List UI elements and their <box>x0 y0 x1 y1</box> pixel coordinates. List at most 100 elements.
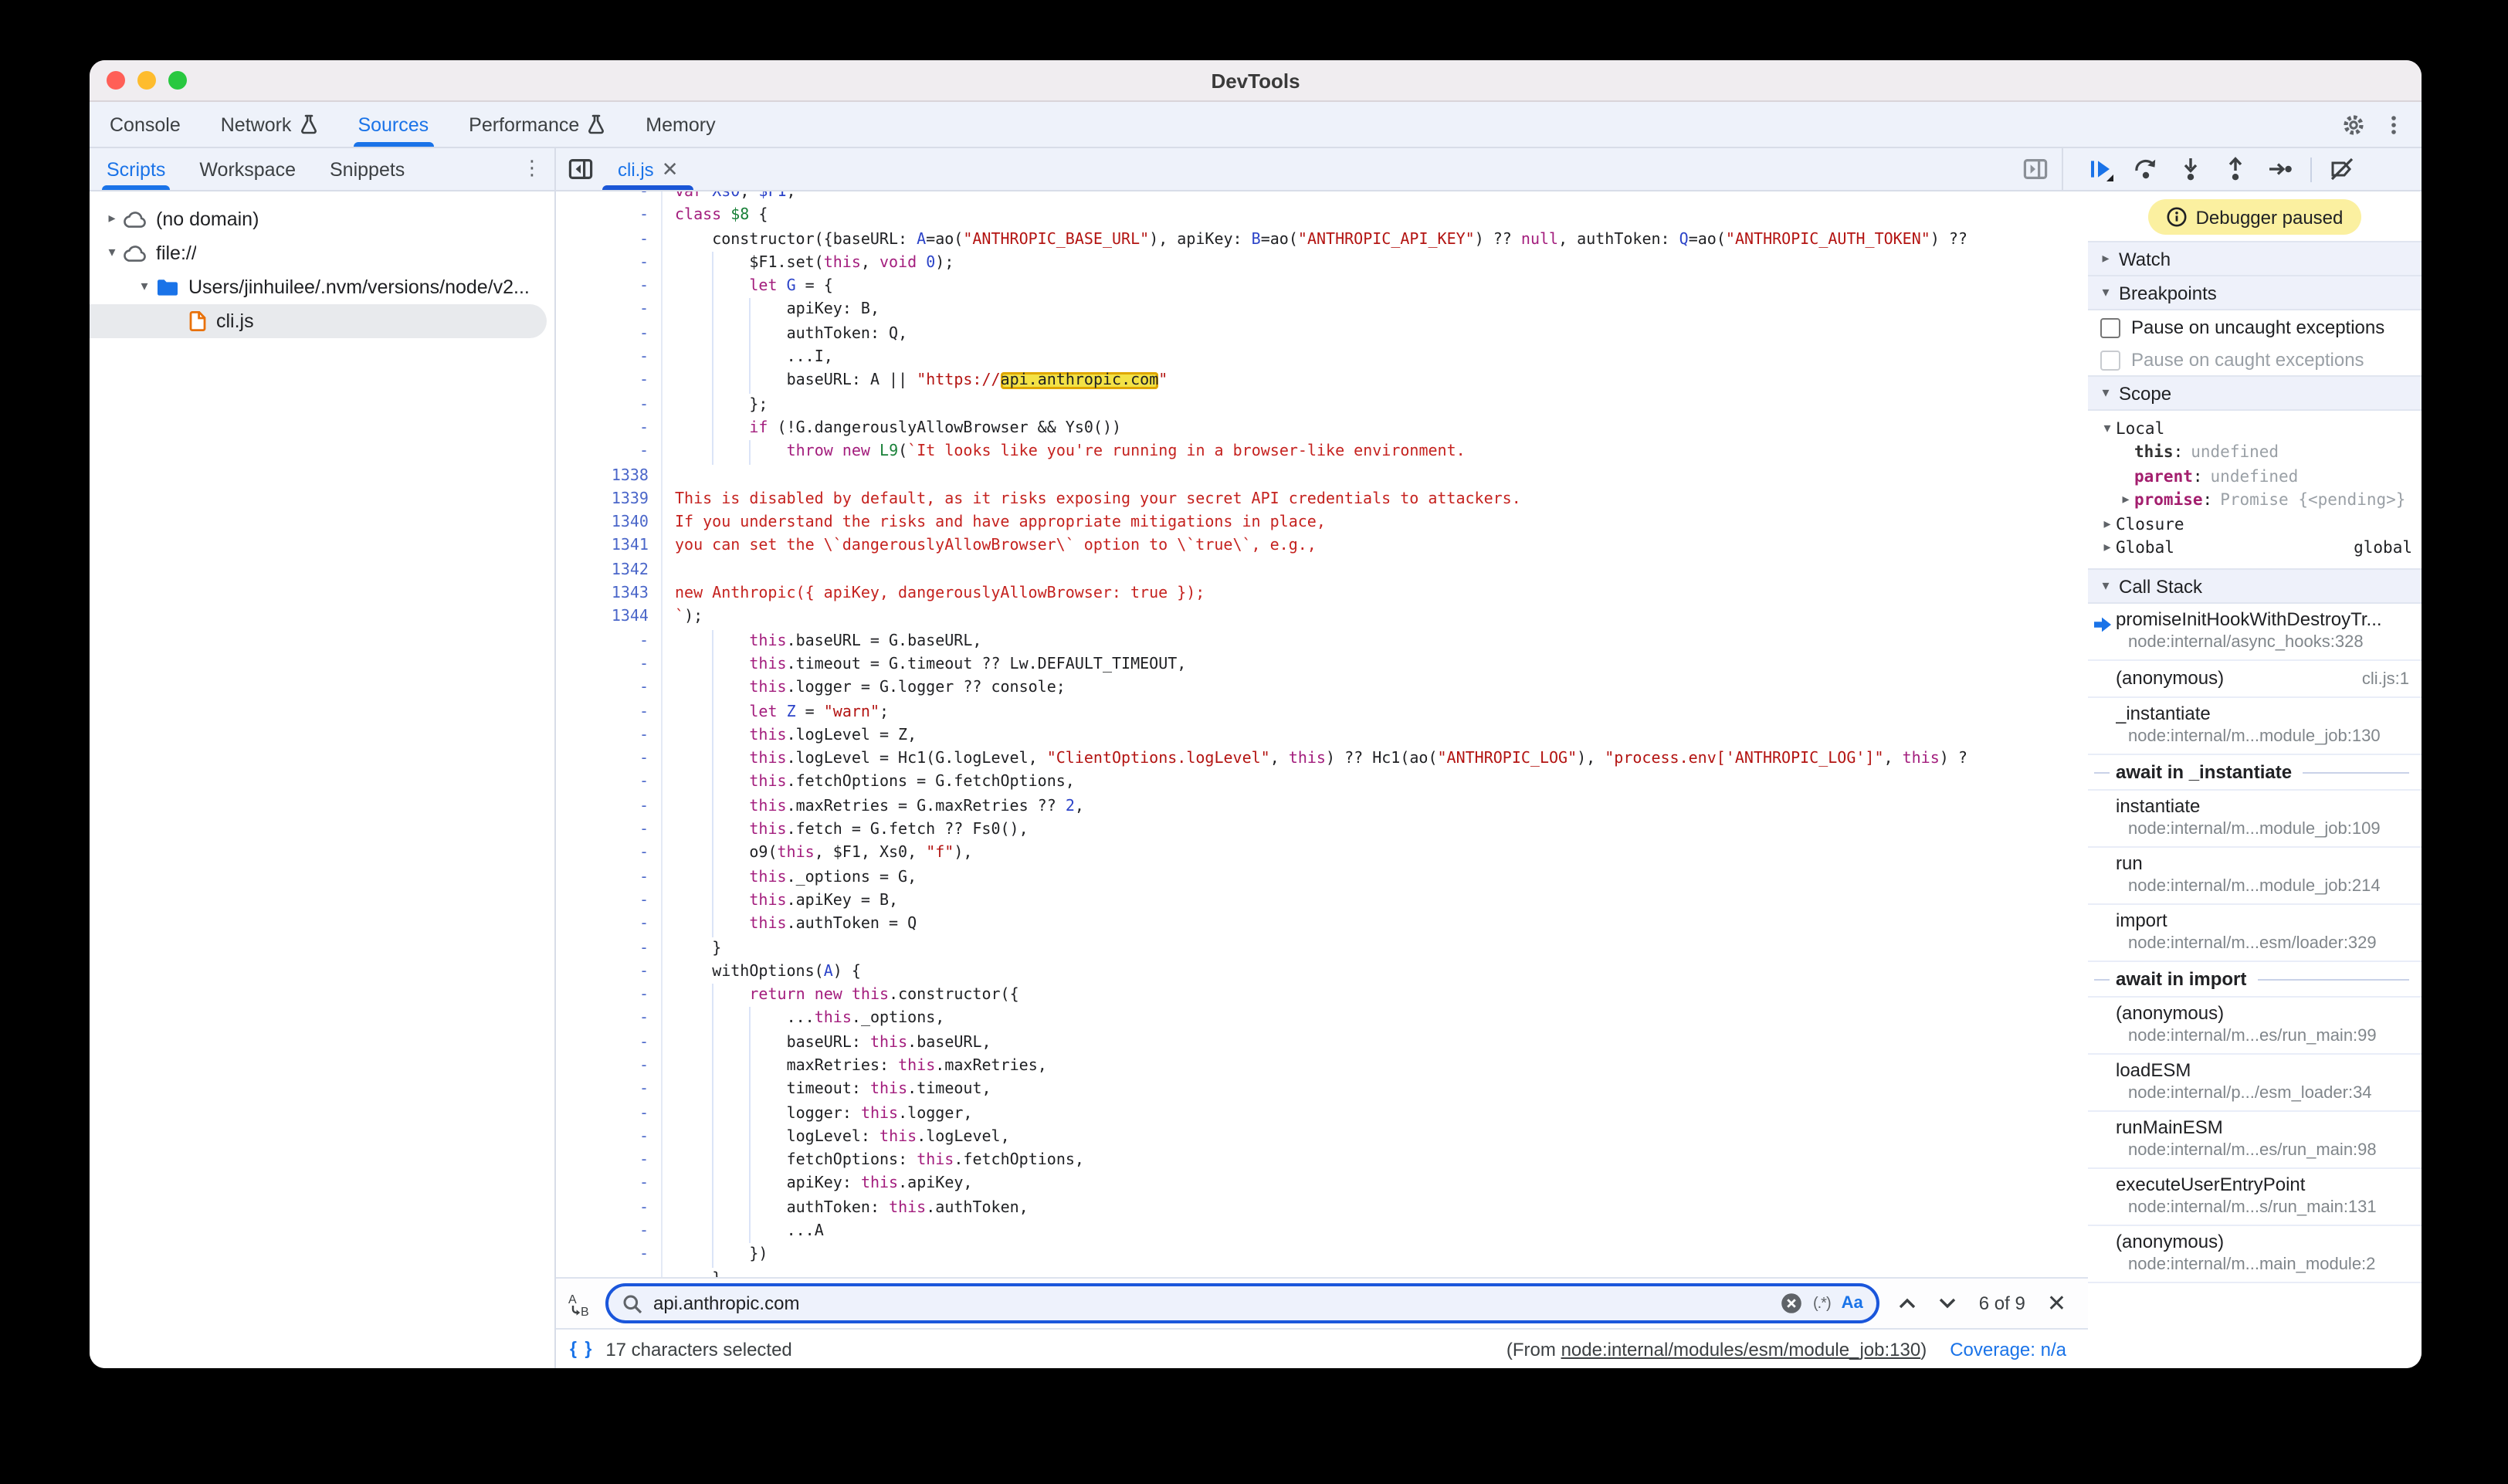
code-line[interactable]: 1339This is disabled by default, as it r… <box>556 488 2088 512</box>
gutter-dash[interactable]: - <box>556 1173 661 1197</box>
search-input[interactable]: api.anthropic.com (.*) Aa <box>605 1283 1880 1323</box>
gutter-dash[interactable]: - <box>556 393 661 417</box>
deactivate-breakpoints-icon[interactable] <box>2329 156 2355 182</box>
call-stack-frame[interactable]: runnode:internal/m...module_job:214 <box>2088 848 2422 905</box>
call-stack-section-header[interactable]: ▾ Call Stack <box>2088 568 2422 604</box>
call-stack-frame[interactable]: (anonymous)cli.js:1 <box>2088 661 2422 698</box>
settings-gear-icon[interactable] <box>2341 112 2366 137</box>
step-over-icon[interactable] <box>2133 156 2159 182</box>
gutter-line-number[interactable]: 1340 <box>556 511 661 535</box>
code-line[interactable]: 1344`); <box>556 606 2088 630</box>
gutter-dash[interactable]: - <box>556 629 661 653</box>
gutter-dash[interactable]: - <box>556 889 661 913</box>
gutter-dash[interactable]: - <box>556 1220 661 1244</box>
source-mapping-status[interactable]: (From node:internal/modules/esm/module_j… <box>1506 1338 1927 1360</box>
code-line[interactable]: -baseURL: A || "https://api.anthropic.co… <box>556 370 2088 394</box>
gutter-dash[interactable]: - <box>556 913 661 937</box>
code-line[interactable]: -this.baseURL = G.baseURL, <box>556 629 2088 653</box>
code-line[interactable]: -logLevel: this.logLevel, <box>556 1126 2088 1150</box>
resume-script-icon[interactable] <box>2088 156 2114 182</box>
navigator-more-kebab-icon[interactable]: ⋮ <box>522 148 554 190</box>
scope-row-global[interactable]: ▸Globalglobal <box>2088 537 2422 561</box>
code-line[interactable]: -timeout: this.timeout, <box>556 1079 2088 1103</box>
pretty-print-icon[interactable]: { } <box>570 1340 593 1358</box>
code-line[interactable]: 1340If you understand the risks and have… <box>556 511 2088 535</box>
scope-right-arrow-icon[interactable]: ▸ <box>2099 541 2116 557</box>
gutter-dash[interactable]: - <box>556 228 661 252</box>
editor-tab-clijs[interactable]: cli.js ✕ <box>602 148 694 190</box>
code-line[interactable]: -throw new L9(`It looks like you're runn… <box>556 441 2088 465</box>
gutter-dash[interactable]: - <box>556 275 661 299</box>
scope-down-arrow-icon[interactable]: ▾ <box>2099 422 2116 437</box>
tree-item-file-[interactable]: ▾file:// <box>90 236 547 270</box>
close-search-icon[interactable]: ✕ <box>2047 1292 2066 1315</box>
scope-row-promise[interactable]: ▸promise:Promise {<pending>} <box>2088 489 2422 513</box>
code-line[interactable]: -let Z = "warn"; <box>556 700 2088 724</box>
gutter-dash[interactable]: - <box>556 984 661 1008</box>
gutter-dash[interactable]: - <box>556 724 661 748</box>
code-line[interactable]: -apiKey: this.apiKey, <box>556 1173 2088 1197</box>
tree-item--no-domain-[interactable]: ▸(no domain) <box>90 202 547 236</box>
gutter-dash[interactable]: - <box>556 676 661 700</box>
code-line[interactable]: -authToken: this.authToken, <box>556 1197 2088 1221</box>
code-line[interactable]: -} <box>556 937 2088 961</box>
code-line[interactable]: 1341you can set the \`dangerouslyAllowBr… <box>556 535 2088 559</box>
previous-match-icon[interactable] <box>1899 1297 1917 1310</box>
code-line[interactable]: 1343new Anthropic({ apiKey, dangerouslyA… <box>556 582 2088 606</box>
close-window-button[interactable] <box>107 71 125 90</box>
gutter-dash[interactable]: - <box>556 346 661 370</box>
scope-row-this[interactable]: this:undefined <box>2088 441 2422 465</box>
gutter-line-number[interactable]: 1338 <box>556 464 661 488</box>
scope-section-header[interactable]: ▾ Scope <box>2088 375 2422 411</box>
tab-sources[interactable]: Sources <box>337 102 449 147</box>
call-stack-frame[interactable]: executeUserEntryPointnode:internal/m...s… <box>2088 1169 2422 1226</box>
gutter-line-number[interactable]: 1339 <box>556 488 661 512</box>
call-stack-frame[interactable]: instantiatenode:internal/m...module_job:… <box>2088 791 2422 848</box>
code-line[interactable]: -apiKey: B, <box>556 299 2088 323</box>
hide-navigator-icon[interactable] <box>568 158 593 181</box>
code-line[interactable]: -this.logLevel = Hc1(G.logLevel, "Client… <box>556 747 2088 771</box>
code-line[interactable]: -maxRetries: this.maxRetries, <box>556 1055 2088 1079</box>
gutter-dash[interactable]: - <box>556 370 661 394</box>
gutter-dash[interactable]: - <box>556 961 661 984</box>
tree-right-arrow-icon[interactable]: ▸ <box>103 212 120 227</box>
maximize-window-button[interactable] <box>168 71 187 90</box>
code-line[interactable]: -constructor({baseURL: A=ao("ANTHROPIC_B… <box>556 228 2088 252</box>
tab-memory[interactable]: Memory <box>625 102 735 147</box>
gutter-dash[interactable]: - <box>556 1126 661 1150</box>
code-line[interactable]: -baseURL: this.baseURL, <box>556 1031 2088 1055</box>
coverage-link[interactable]: Coverage: n/a <box>1950 1338 2066 1360</box>
code-line[interactable]: -fetchOptions: this.fetchOptions, <box>556 1149 2088 1173</box>
gutter-dash[interactable]: - <box>556 1267 661 1277</box>
code-line[interactable]: -$F1.set(this, void 0); <box>556 252 2088 276</box>
gutter-dash[interactable]: - <box>556 323 661 347</box>
code-line[interactable]: -this.apiKey = B, <box>556 889 2088 913</box>
code-line[interactable]: -this.fetchOptions = G.fetchOptions, <box>556 771 2088 795</box>
navigator-tab-scripts[interactable]: Scripts <box>90 148 182 190</box>
code-line[interactable]: -...A <box>556 1220 2088 1244</box>
code-line[interactable]: -this.logLevel = Z, <box>556 724 2088 748</box>
code-line[interactable]: -...I, <box>556 346 2088 370</box>
code-line[interactable]: -this._options = G, <box>556 866 2088 889</box>
show-right-panel-icon[interactable] <box>2023 158 2048 181</box>
code-line[interactable]: -withOptions(A) { <box>556 961 2088 984</box>
next-match-icon[interactable] <box>1939 1297 1957 1310</box>
gutter-dash[interactable]: - <box>556 747 661 771</box>
call-stack-frame[interactable]: loadESMnode:internal/p.../esm_loader:34 <box>2088 1055 2422 1112</box>
gutter-dash[interactable]: - <box>556 818 661 842</box>
breakpoints-section-header[interactable]: ▾ Breakpoints <box>2088 276 2422 310</box>
gutter-dash[interactable]: - <box>556 866 661 889</box>
gutter-dash[interactable]: - <box>556 441 661 465</box>
more-options-kebab-icon[interactable] <box>2381 112 2406 137</box>
gutter-dash[interactable]: - <box>556 653 661 677</box>
gutter-dash[interactable]: - <box>556 252 661 276</box>
gutter-dash[interactable]: - <box>556 1079 661 1103</box>
gutter-line-number[interactable]: 1342 <box>556 559 661 583</box>
gutter-dash[interactable]: - <box>556 771 661 795</box>
gutter-dash[interactable]: - <box>556 1149 661 1173</box>
gutter-dash[interactable]: - <box>556 1244 661 1268</box>
gutter-dash[interactable]: - <box>556 1031 661 1055</box>
replace-toggle-icon[interactable]: AB <box>567 1290 593 1316</box>
gutter-dash[interactable]: - <box>556 191 661 205</box>
gutter-dash[interactable]: - <box>556 205 661 229</box>
